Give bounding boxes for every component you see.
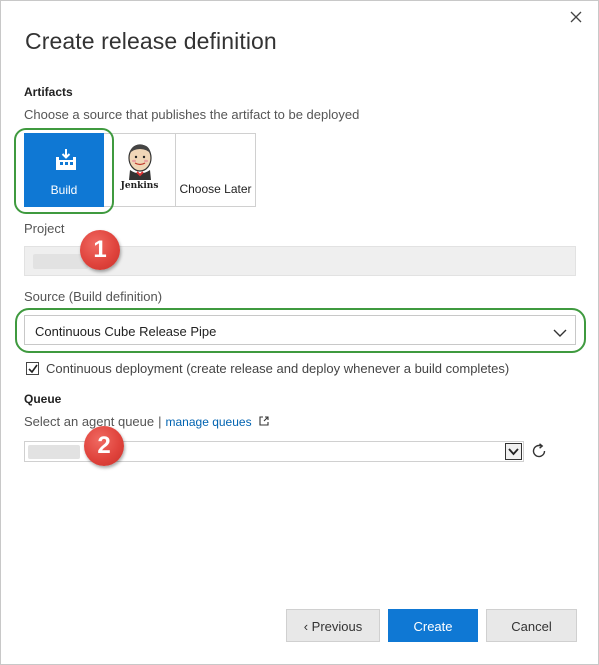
dialog-title: Create release definition	[25, 28, 277, 54]
queue-heading: Queue	[24, 392, 62, 406]
source-build-definition-select[interactable]: Continuous Cube Release Pipe	[24, 315, 576, 345]
continuous-deployment-checkbox[interactable]	[26, 362, 39, 375]
continuous-deployment-label: Continuous deployment (create release an…	[46, 361, 510, 376]
callout-badge-1: 1	[80, 230, 120, 270]
manage-queues-link[interactable]: manage queues	[166, 415, 252, 429]
continuous-deployment-row: Continuous deployment (create release an…	[26, 361, 509, 376]
queue-separator: |	[158, 414, 162, 429]
redacted-queue-value	[28, 445, 80, 459]
refresh-icon[interactable]	[530, 442, 548, 465]
source-selected-value: Continuous Cube Release Pipe	[35, 324, 217, 339]
build-icon	[53, 148, 79, 179]
redacted-project-value	[33, 254, 88, 269]
chevron-down-icon[interactable]	[505, 443, 522, 460]
close-icon[interactable]	[567, 8, 585, 26]
cancel-button[interactable]: Cancel	[486, 609, 577, 642]
project-label: Project	[24, 221, 65, 236]
jenkins-icon	[122, 142, 158, 185]
artifacts-heading: Artifacts	[24, 85, 73, 99]
callout-badge-2: 2	[84, 426, 124, 466]
previous-button[interactable]: ‹ Previous	[286, 609, 380, 642]
create-button[interactable]: Create	[388, 609, 478, 642]
tile-build-label: Build	[50, 183, 78, 197]
artifact-tile-choose-later[interactable]: Choose Later	[176, 133, 256, 207]
artifacts-hint: Choose a source that publishes the artif…	[24, 107, 360, 122]
tile-jenkins-label: Jenkins	[120, 181, 159, 191]
artifact-tile-jenkins[interactable]: Jenkins	[104, 133, 176, 207]
queue-hint-row: Select an agent queue | manage queues	[24, 414, 269, 429]
tile-choose-later-label: Choose Later	[179, 182, 252, 196]
create-release-dialog: Create release definition Artifacts Choo…	[0, 0, 599, 665]
artifact-source-tiles: Build Jenkins Choose Later	[24, 133, 256, 208]
artifact-tile-build[interactable]: Build	[24, 133, 104, 207]
queue-hint: Select an agent queue	[24, 414, 155, 429]
external-link-icon[interactable]	[259, 414, 269, 429]
chevron-down-icon	[553, 325, 567, 343]
source-label: Source (Build definition)	[24, 289, 163, 304]
